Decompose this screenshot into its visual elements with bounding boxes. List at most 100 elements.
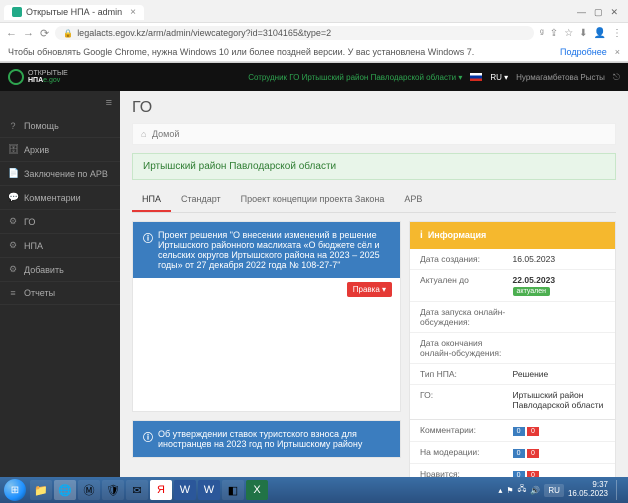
gear-icon: ⚙: [8, 216, 18, 227]
taskbar-kaspersky-icon[interactable]: 🛡: [102, 480, 124, 500]
browser-tab[interactable]: Открытые НПА - admin ×: [4, 5, 144, 20]
tab-npa[interactable]: НПА: [132, 188, 171, 212]
app-logo[interactable]: ОТКРЫТЫЕ НПАe.gov: [8, 69, 68, 85]
tray-lang[interactable]: RU: [544, 484, 564, 497]
taskbar-word2-icon[interactable]: W: [198, 480, 220, 500]
address-bar: ← → ⟳ 🔒 legalacts.egov.kz/arm/admin/view…: [0, 22, 628, 43]
sidebar-item-arv[interactable]: 📄Заключение по АРВ: [0, 162, 120, 186]
tab-close-icon[interactable]: ×: [130, 7, 136, 18]
windows-icon: ⊞: [11, 485, 19, 496]
tray-show-hidden-icon[interactable]: ▴: [498, 486, 502, 495]
sidebar-item-go[interactable]: ⚙ГО: [0, 210, 120, 234]
sidebar: ≡ ?Помощь 🗄Архив 📄Заключение по АРВ 💬Ком…: [0, 91, 120, 491]
tab-favicon-icon: [12, 7, 22, 17]
sidebar-item-reports[interactable]: ≡Отчеты: [0, 282, 120, 305]
info-icon: ⓘ: [143, 429, 153, 449]
breadcrumb[interactable]: ⌂ Домой: [132, 123, 616, 145]
home-icon: ⌂: [141, 129, 146, 139]
gear-icon: ⚙: [8, 240, 18, 251]
list-icon: ≡: [8, 288, 18, 298]
logout-icon[interactable]: ⎋: [613, 72, 620, 83]
info-icon: i: [420, 230, 423, 241]
document-card-2-head[interactable]: ⓘ Об утверждении ставок туристского взно…: [133, 421, 400, 457]
info-panel-1-body: Дата создания:16.05.2023 Актуален до22.0…: [410, 249, 615, 491]
taskbar-excel-icon[interactable]: X: [246, 480, 268, 500]
info-panel-1: i Информация Дата создания:16.05.2023 Ак…: [409, 221, 616, 491]
tab-standard[interactable]: Стандарт: [171, 188, 231, 212]
bookmark-icon[interactable]: ☆: [564, 28, 573, 39]
tray-flag-icon[interactable]: ⚑: [506, 486, 513, 495]
sidebar-item-archive[interactable]: 🗄Архив: [0, 138, 120, 162]
warning-text: Чтобы обновлять Google Chrome, нужна Win…: [8, 47, 474, 57]
taskbar-yandex-icon[interactable]: Я: [150, 480, 172, 500]
document-card-1: ⓘ Проект решения "О внесении изменений в…: [132, 221, 401, 412]
warning-close-icon[interactable]: ×: [615, 47, 620, 57]
app-header: ОТКРЫТЫЕ НПАe.gov Сотрудник ГО Иртышский…: [0, 63, 628, 91]
nav-reload-icon[interactable]: ⟳: [40, 27, 49, 40]
tab-title: Открытые НПА - admin: [26, 7, 122, 17]
tray-clock[interactable]: 9:37 16.05.2023: [568, 481, 608, 499]
count-badge: 0: [527, 449, 539, 458]
browser-chrome: Открытые НПА - admin × — ▢ ✕ ← → ⟳ 🔒 leg…: [0, 0, 628, 63]
window-close-icon[interactable]: ✕: [610, 7, 618, 18]
download-icon[interactable]: ⬇: [579, 28, 587, 39]
info-panel-1-head: i Информация: [410, 222, 615, 249]
system-tray: ▴ ⚑ 🖧 🔊 RU 9:37 16.05.2023: [498, 480, 624, 500]
sidebar-item-npa[interactable]: ⚙НПА: [0, 234, 120, 258]
gear-icon: ⚙: [8, 264, 18, 275]
chrome-warning-bar: Чтобы обновлять Google Chrome, нужна Win…: [0, 43, 628, 62]
edit-button[interactable]: Правка ▾: [347, 282, 392, 297]
window-maximize-icon[interactable]: ▢: [594, 7, 603, 18]
document-card-1-title: Проект решения "О внесении изменений в р…: [158, 230, 390, 270]
taskbar-app-icon[interactable]: ◧: [222, 480, 244, 500]
main-content[interactable]: ГО ⌂ Домой Иртышский район Павлодарской …: [120, 91, 628, 491]
sidebar-toggle-icon[interactable]: ≡: [0, 91, 120, 115]
taskbar-word-icon[interactable]: W: [174, 480, 196, 500]
window-controls: — ▢ ✕: [577, 7, 624, 18]
taskbar-mail-icon[interactable]: ✉: [126, 480, 148, 500]
lang-switch[interactable]: RU ▾: [490, 73, 508, 82]
nav-forward-icon[interactable]: →: [23, 27, 34, 40]
tray-network-icon[interactable]: 🖧: [518, 483, 527, 497]
comment-icon: 💬: [8, 192, 18, 203]
count-badge: 0: [527, 427, 539, 436]
archive-icon: 🗄: [8, 144, 18, 155]
show-desktop-button[interactable]: [616, 480, 624, 500]
logo-icon: [8, 69, 24, 85]
taskbar-maxthon-icon[interactable]: Ⓜ: [78, 480, 100, 500]
status-badge: актуален: [513, 287, 550, 296]
search-icon[interactable]: ᵍ: [540, 28, 544, 39]
document-card-2: ⓘ Об утверждении ставок туристского взно…: [132, 420, 401, 458]
user-name[interactable]: Нурмагамбетова Рысты: [516, 73, 605, 82]
profile-icon[interactable]: 👤: [594, 28, 606, 39]
document-card-1-head[interactable]: ⓘ Проект решения "О внесении изменений в…: [133, 222, 400, 278]
sidebar-item-add[interactable]: ⚙Добавить: [0, 258, 120, 282]
url-text: legalacts.egov.kz/arm/admin/viewcategory…: [77, 28, 331, 38]
start-button[interactable]: ⊞: [4, 479, 26, 501]
breadcrumb-home: Домой: [152, 129, 179, 139]
tray-volume-icon[interactable]: 🔊: [530, 486, 540, 495]
document-card-1-body: [133, 301, 400, 411]
region-box: Иртышский район Павлодарской области: [132, 153, 616, 180]
taskbar-chrome-icon[interactable]: 🌐: [54, 480, 76, 500]
logo-text: ОТКРЫТЫЕ НПАe.gov: [28, 70, 68, 84]
sidebar-item-help[interactable]: ?Помощь: [0, 115, 120, 138]
url-input[interactable]: 🔒 legalacts.egov.kz/arm/admin/viewcatego…: [55, 26, 534, 40]
org-link[interactable]: Сотрудник ГО Иртышский район Павлодарско…: [248, 73, 462, 82]
tab-arv[interactable]: АРВ: [394, 188, 432, 212]
lock-icon: 🔒: [63, 29, 73, 38]
menu-icon[interactable]: ⋮: [612, 28, 622, 39]
nav-back-icon[interactable]: ←: [6, 27, 17, 40]
window-minimize-icon[interactable]: —: [577, 7, 586, 18]
sidebar-item-comments[interactable]: 💬Комментарии: [0, 186, 120, 210]
page-title: ГО: [132, 99, 616, 117]
windows-taskbar: ⊞ 📁 🌐 Ⓜ 🛡 ✉ Я W W ◧ X ▴ ⚑ 🖧 🔊 RU 9:37 16…: [0, 477, 628, 503]
taskbar-explorer-icon[interactable]: 📁: [30, 480, 52, 500]
share-icon[interactable]: ⇪: [550, 28, 558, 39]
count-badge: 0: [513, 449, 525, 458]
tab-concept[interactable]: Проект концепции проекта Закона: [231, 188, 395, 212]
info-icon: ⓘ: [143, 230, 153, 270]
document-icon: 📄: [8, 168, 18, 179]
browser-tab-bar: Открытые НПА - admin × — ▢ ✕: [0, 0, 628, 22]
update-link[interactable]: Подробнее: [560, 47, 607, 57]
